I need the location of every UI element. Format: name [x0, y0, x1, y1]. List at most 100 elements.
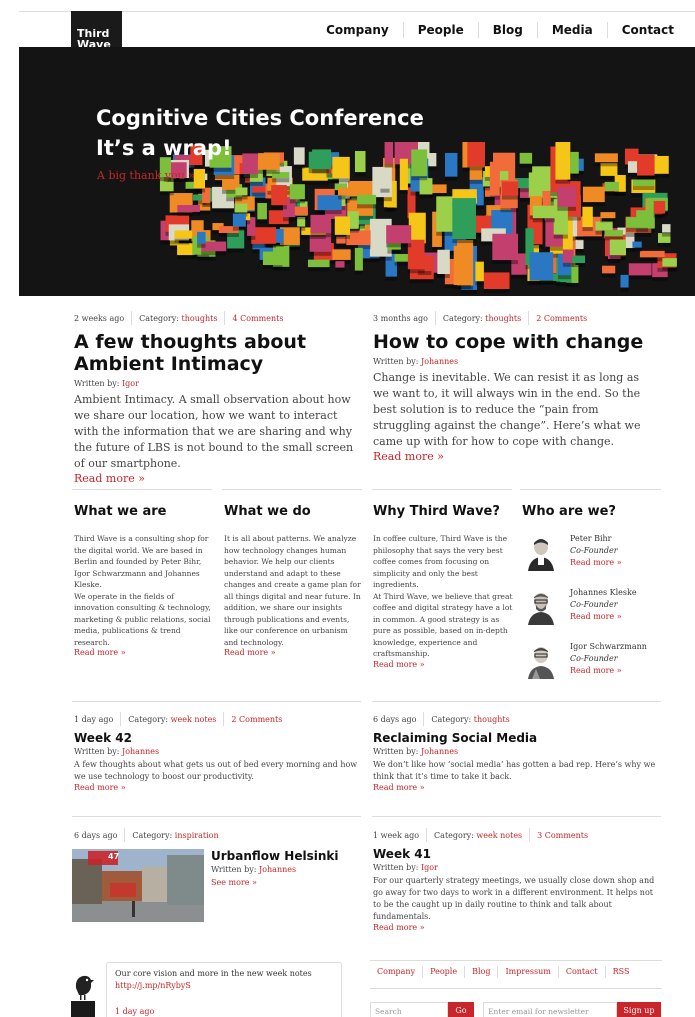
read-more-link[interactable]: Read more » [570, 665, 647, 677]
category-label: Category: [431, 714, 472, 724]
post-title[interactable]: Week 42 [74, 731, 359, 745]
nav-contact[interactable]: Contact [606, 22, 688, 38]
city-block [419, 178, 433, 199]
city-block [452, 198, 476, 244]
city-block [437, 249, 450, 279]
divider [370, 960, 662, 961]
read-more-link[interactable]: Read more » [373, 923, 658, 932]
footer-nav-rss[interactable]: RSS [604, 966, 637, 978]
footer-nav-blog[interactable]: Blog [464, 966, 497, 978]
team-member-igor[interactable]: Igor Schwarzmann Co-Founder Read more » [522, 641, 667, 679]
column-text: Third Wave is a consulting shop for the … [74, 534, 211, 647]
photo-badge: 47 [108, 852, 120, 861]
city-block [232, 213, 246, 231]
hero-banner[interactable]: Cognitive Cities Conference It’s a wrap!… [19, 47, 695, 296]
footer-nav-impressum[interactable]: Impressum [497, 966, 557, 978]
post-title[interactable]: A few thoughts about Ambient Intimacy [74, 331, 356, 375]
footer-nav-company[interactable]: Company [370, 966, 422, 978]
city-block [572, 255, 586, 268]
byline: Written by: Johannes [373, 357, 459, 366]
read-more-link[interactable]: Read more » [373, 660, 513, 669]
category-link[interactable]: thoughts [485, 314, 521, 323]
comments-link[interactable]: 2 Comments [536, 314, 587, 323]
read-more-link[interactable]: Read more » [74, 648, 214, 657]
bird-logo [71, 970, 95, 1017]
city-block [262, 251, 283, 270]
category-link[interactable]: week notes [476, 831, 522, 840]
author-link[interactable]: Johannes [421, 747, 458, 756]
byline: Written by: Igor [373, 863, 438, 872]
footer-nav-people[interactable]: People [422, 966, 464, 978]
city-block [380, 172, 390, 193]
city-block [289, 184, 305, 204]
read-more-link[interactable]: Read more » [373, 450, 655, 463]
category-link[interactable]: thoughts [182, 314, 218, 323]
read-more-link[interactable]: Read more » [224, 648, 364, 657]
column-title: Why Third Wave? [373, 504, 500, 519]
post-title[interactable]: Reclaiming Social Media [373, 731, 658, 745]
read-more-link[interactable]: Read more » [74, 472, 356, 485]
newsletter-email-input[interactable]: Enter email for newsletter [483, 1002, 617, 1017]
city-block [632, 179, 655, 191]
city-block [453, 245, 471, 290]
post-excerpt: We don’t like how ‘social media’ has got… [373, 760, 656, 781]
author-link[interactable]: Igor [122, 379, 139, 388]
tweet-link[interactable]: http://j.mp/nRybyS [115, 980, 333, 992]
author-link[interactable]: Johannes [421, 357, 458, 366]
hero-thank-you-link[interactable]: A big thank you » [97, 169, 195, 182]
city-block [582, 186, 605, 207]
footer-nav-contact[interactable]: Contact [557, 966, 605, 978]
category-link[interactable]: inspiration [175, 831, 219, 840]
search-input[interactable]: Search [370, 1002, 448, 1017]
nav-blog[interactable]: Blog [477, 22, 537, 38]
city-block [445, 152, 458, 181]
third-wave-logo[interactable]: Third Wave [71, 11, 122, 50]
category-link[interactable]: thoughts [474, 715, 510, 724]
post-title[interactable]: Urbanflow Helsinki [211, 849, 361, 863]
city-block [386, 225, 412, 248]
hero-title: Cognitive Cities Conference It’s a wrap! [96, 103, 424, 163]
see-more-link[interactable]: See more » [211, 878, 361, 887]
city-block [602, 265, 616, 278]
read-more-link[interactable]: Read more » [373, 783, 658, 792]
city-block [653, 200, 666, 218]
category-label: Category: [139, 313, 179, 323]
post-title[interactable]: How to cope with change [373, 331, 655, 353]
team-member-peter[interactable]: Peter Bihr Co-Founder Read more » [522, 533, 667, 571]
author-link[interactable]: Igor [421, 863, 438, 872]
city-block [307, 259, 330, 272]
city-block [337, 187, 349, 200]
nav-people[interactable]: People [402, 22, 478, 38]
avatar [522, 587, 560, 625]
comments-link[interactable]: 3 Comments [537, 831, 588, 840]
category-link[interactable]: week notes [171, 715, 217, 724]
comments-link[interactable]: 4 Comments [232, 314, 283, 323]
post-meta: 3 months ago Category: thoughts 2 Commen… [373, 311, 655, 325]
comments-link[interactable]: 2 Comments [231, 715, 282, 724]
city-block [562, 249, 574, 267]
city-block [197, 231, 206, 248]
city-block [335, 261, 345, 272]
avatar [522, 533, 560, 571]
city-block [600, 212, 616, 223]
city-block [628, 263, 652, 280]
nav-company[interactable]: Company [312, 22, 403, 38]
author-link[interactable]: Johannes [122, 747, 159, 756]
newsletter-signup-button[interactable]: Sign up [617, 1002, 661, 1017]
city-blocks-artwork [159, 142, 677, 294]
read-more-link[interactable]: Read more » [570, 557, 622, 569]
city-block [354, 247, 363, 275]
city-block [502, 181, 519, 200]
search-go-button[interactable]: Go [448, 1002, 474, 1017]
post-week-41: 1 week ago Category: week notes 3 Commen… [373, 828, 658, 932]
post-title[interactable]: Week 41 [373, 847, 658, 861]
read-more-link[interactable]: Read more » [570, 611, 637, 623]
nav-media[interactable]: Media [536, 22, 607, 38]
author-link[interactable]: Johannes [259, 865, 296, 874]
column-title: What we are [74, 504, 167, 519]
team-member-johannes[interactable]: Johannes Kleske Co-Founder Read more » [522, 587, 667, 625]
why-third-wave-column: Why Third Wave? In coffee culture, Third… [373, 504, 513, 669]
urbanflow-photo[interactable]: 47 [72, 849, 204, 922]
read-more-link[interactable]: Read more » [74, 783, 359, 792]
tweet-age[interactable]: 1 day ago [115, 1006, 333, 1017]
